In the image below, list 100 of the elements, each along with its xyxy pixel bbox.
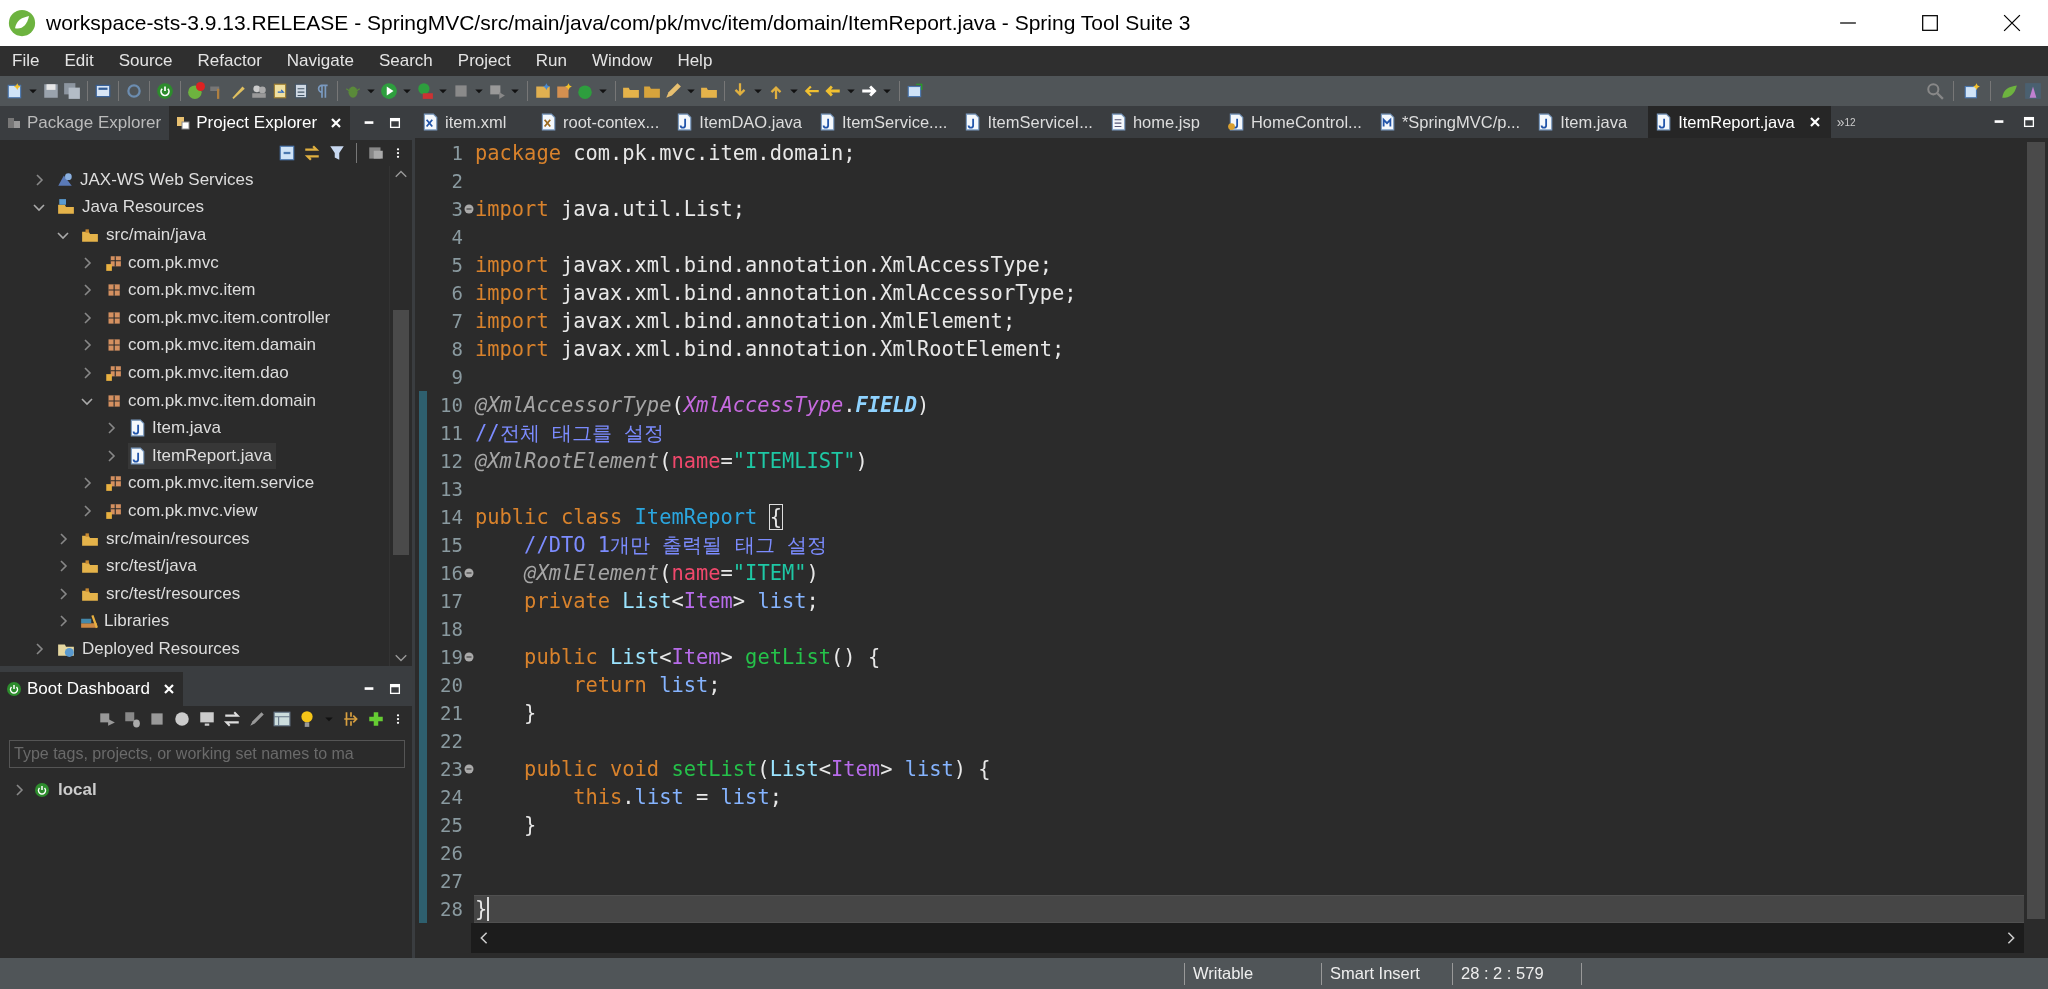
scrollbar[interactable] xyxy=(471,923,2024,953)
tree-item[interactable]: com.pk.mvc.view xyxy=(104,497,262,524)
menu-item[interactable]: Help xyxy=(669,51,730,71)
editor-tab[interactable]: HomeControl... xyxy=(1220,106,1372,138)
tree-item[interactable]: Libraries xyxy=(80,608,174,635)
tree-item[interactable]: local xyxy=(58,780,97,800)
power-icon xyxy=(34,782,50,798)
fold-icon[interactable] xyxy=(463,652,474,662)
fold-icon[interactable] xyxy=(463,568,474,578)
new-file-icon[interactable] xyxy=(6,82,24,100)
open-perspective-icon[interactable] xyxy=(1963,82,1981,100)
filter-field[interactable]: Type tags, projects, or working set names to ma xyxy=(9,740,405,768)
code-line: //DTO 1개만 출력될 태그 설정 xyxy=(523,532,827,559)
pencil-icon[interactable] xyxy=(664,82,682,100)
editor-tab[interactable]: ItemServiceI... xyxy=(957,106,1103,138)
table-icon[interactable] xyxy=(273,710,291,728)
tree-item[interactable]: Deployed Resources xyxy=(56,635,244,662)
leaf-perspective-icon[interactable] xyxy=(2000,82,2018,100)
status-field: 28 : 2 : 579 xyxy=(1453,964,1581,983)
menu-item[interactable]: Run xyxy=(527,51,584,71)
code-line: } xyxy=(523,813,537,837)
tree-item[interactable]: com.pk.mvc.item.dao xyxy=(104,359,293,386)
stop-icon[interactable] xyxy=(148,710,166,728)
tree-item[interactable]: com.pk.mvc.item.domain xyxy=(104,387,320,414)
tree-item[interactable]: Item.java xyxy=(128,415,225,442)
line-number: 22 xyxy=(439,730,463,752)
line-number: 4 xyxy=(450,226,463,248)
code-line: import javax.xml.bind.annotation.XmlElement; xyxy=(475,309,1016,333)
pencil-icon[interactable] xyxy=(248,710,266,728)
tree-item[interactable]: ItemReport.java xyxy=(128,442,276,469)
code-line: //전체 태그를 설정 xyxy=(475,420,665,447)
add-icon[interactable] xyxy=(367,710,385,728)
panel-tab[interactable]: Boot Dashboard xyxy=(0,672,183,706)
line-number: 5 xyxy=(450,254,463,276)
editor-tab[interactable]: item.xml xyxy=(415,106,533,138)
scrollbar[interactable] xyxy=(389,166,412,666)
save-icon[interactable] xyxy=(42,82,60,100)
tree-item[interactable]: src/main/java xyxy=(80,222,211,248)
monitor-icon[interactable] xyxy=(198,710,216,728)
power-icon[interactable] xyxy=(156,82,174,100)
new-project-icon[interactable] xyxy=(534,82,552,100)
editor-tab[interactable]: ItemDAO.java xyxy=(669,106,812,138)
menu-item[interactable]: Navigate xyxy=(278,51,371,71)
editor-tab[interactable]: Item.java xyxy=(1530,106,1649,138)
menu-item[interactable]: Edit xyxy=(56,51,111,71)
tree-item[interactable]: JAX-WS Web Services xyxy=(56,166,258,193)
editor-tab[interactable]: ItemService.... xyxy=(812,106,958,138)
run-icon[interactable] xyxy=(380,82,398,100)
editor-tab[interactable]: root-contex... xyxy=(533,106,670,138)
stop-icon[interactable] xyxy=(452,82,470,100)
sphere-icon[interactable] xyxy=(173,710,191,728)
line-number: 7 xyxy=(450,310,463,332)
list-icon[interactable] xyxy=(292,82,310,100)
tree-item[interactable]: Java Resources xyxy=(56,194,208,221)
tree-item[interactable]: com.pk.mvc.item.controller xyxy=(104,304,335,331)
tree-item[interactable]: src/main/resources xyxy=(80,525,254,552)
maximize-icon[interactable] xyxy=(1921,14,1939,32)
menu-item[interactable]: File xyxy=(4,51,57,71)
line-number: 18 xyxy=(439,618,463,640)
tree-item[interactable]: com.pk.mvc.item.damain xyxy=(104,332,320,359)
editor-tab[interactable]: ItemReport.java xyxy=(1648,106,1831,138)
menu-item[interactable]: Search xyxy=(370,51,450,71)
line-number: 17 xyxy=(439,590,463,612)
menu-item[interactable]: Source xyxy=(110,51,190,71)
tree-item[interactable]: src/test/resources xyxy=(80,580,245,607)
code-line: @XmlElement(name="ITEM") xyxy=(522,561,819,585)
menu-item[interactable]: Project xyxy=(449,51,528,71)
code-line: package com.pk.mvc.item.domain; xyxy=(475,141,856,165)
package-icon xyxy=(104,253,122,272)
line-number: 8 xyxy=(450,338,463,360)
collapse-all-icon[interactable] xyxy=(278,144,296,162)
external-window-icon[interactable] xyxy=(906,82,924,100)
tree-item[interactable]: com.pk.mvc.item xyxy=(104,277,260,304)
status-field: Smart Insert xyxy=(1322,964,1452,983)
line-number: 10 xyxy=(439,394,463,416)
fold-icon[interactable] xyxy=(463,204,474,214)
status-field: Writable xyxy=(1185,964,1321,983)
menu-item[interactable]: Window xyxy=(583,51,670,71)
filter-icon[interactable] xyxy=(328,144,346,162)
xml-file-icon xyxy=(421,113,439,131)
light-bulb-icon[interactable] xyxy=(298,710,316,728)
editor-tab[interactable]: home.jsp xyxy=(1102,106,1221,138)
code-line: import javax.xml.bind.annotation.XmlAccessorType; xyxy=(475,281,1077,305)
swap-arrows-icon[interactable] xyxy=(223,710,241,728)
power-icon xyxy=(6,681,22,697)
close-icon[interactable] xyxy=(2003,14,2021,32)
code-line: @XmlAccessorType(XmlAccessType.FIELD) xyxy=(475,393,930,417)
tree-item[interactable]: com.pk.mvc xyxy=(104,249,223,276)
code-line: import javax.xml.bind.annotation.XmlAccessType; xyxy=(475,253,1052,277)
fold-icon[interactable] xyxy=(463,764,474,774)
editor-tab[interactable]: *SpringMVC/p... xyxy=(1371,106,1531,138)
link-editor-icon[interactable] xyxy=(303,144,321,162)
tree-item[interactable]: com.pk.mvc.item.service xyxy=(104,470,319,497)
line-number: 15 xyxy=(439,534,463,556)
menu-item[interactable]: Refactor xyxy=(189,51,279,71)
panel-tab[interactable]: Project Explorer xyxy=(169,106,351,140)
line-number: 25 xyxy=(439,814,463,836)
save-all-icon[interactable] xyxy=(63,82,81,100)
line-number: 14 xyxy=(439,506,463,528)
tree-item[interactable]: src/test/java xyxy=(80,553,201,580)
